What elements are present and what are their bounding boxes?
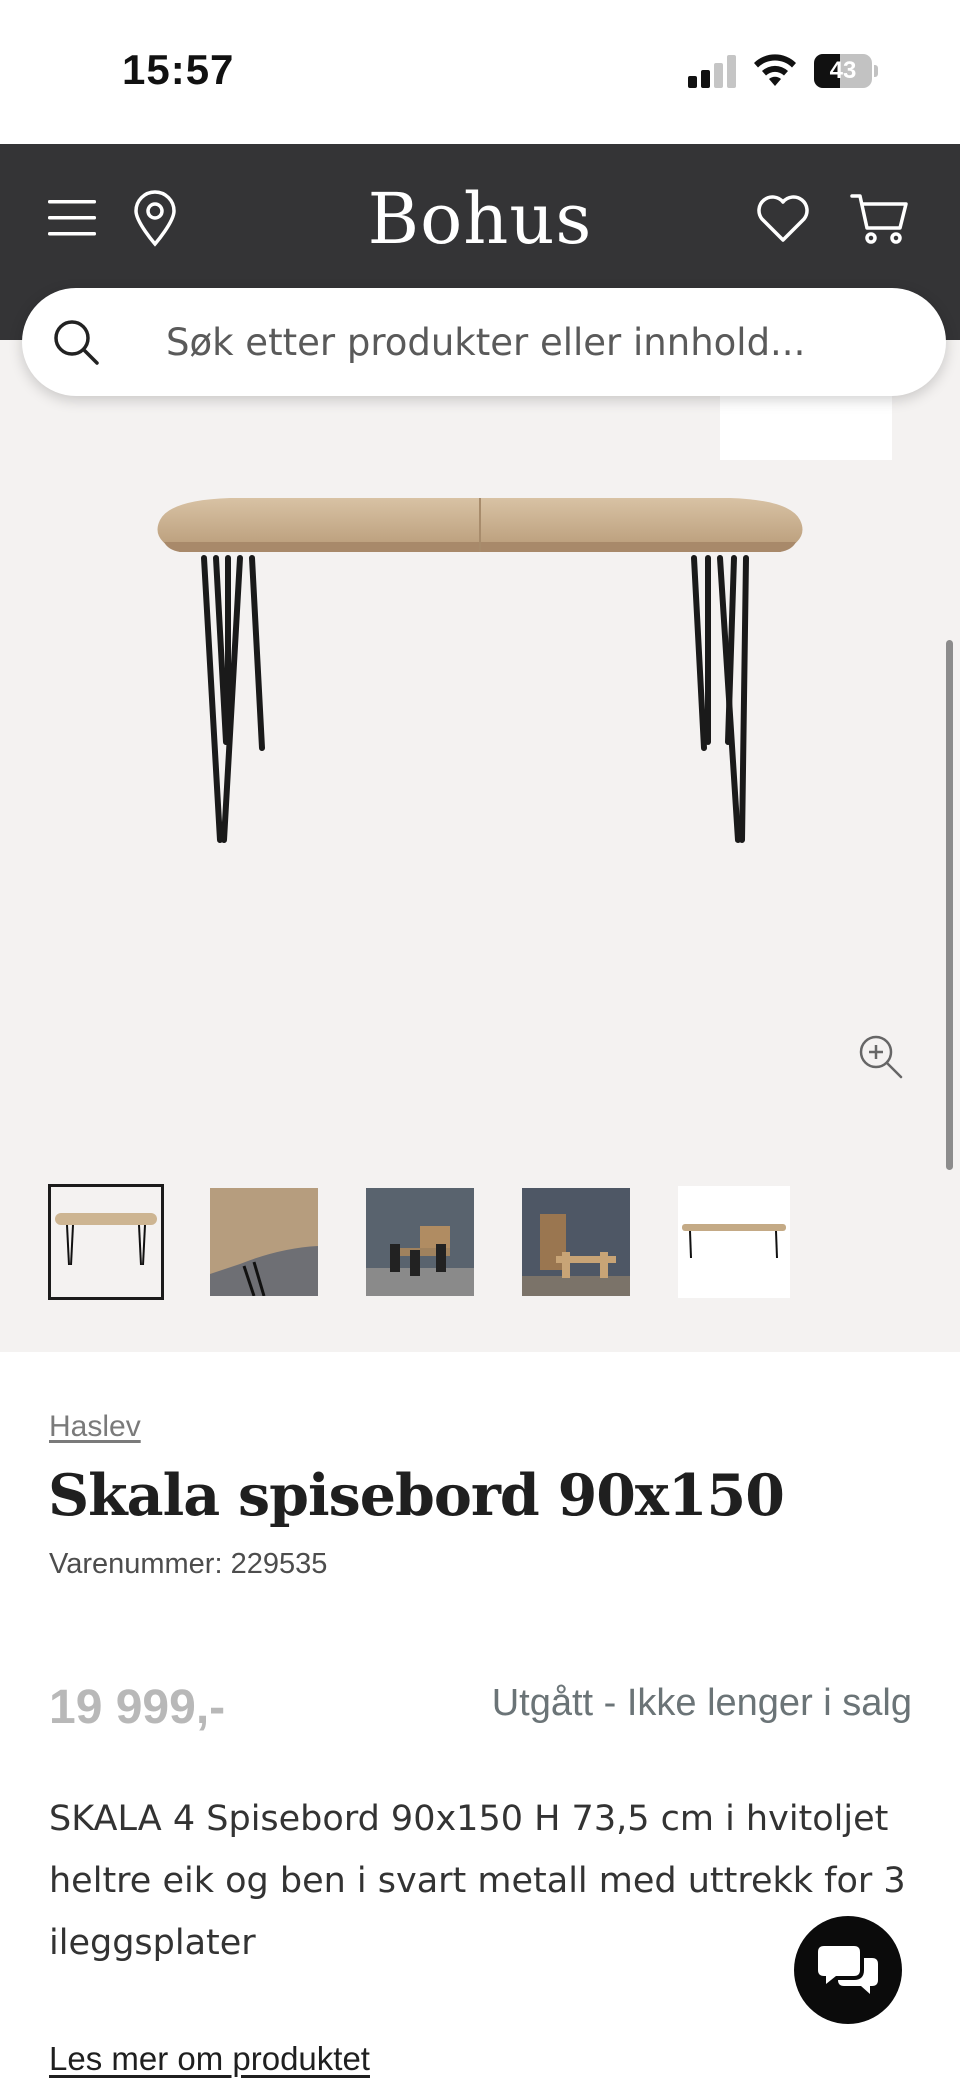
battery-level: 43 bbox=[829, 57, 857, 84]
location-pin-icon[interactable] bbox=[132, 190, 178, 248]
cellular-signal-icon bbox=[688, 54, 738, 88]
zoom-in-icon[interactable] bbox=[858, 1034, 904, 1080]
availability-status: Utgått - Ikke lenger i salg bbox=[491, 1682, 912, 1724]
cart-icon[interactable] bbox=[850, 192, 910, 246]
scrollbar[interactable] bbox=[946, 640, 953, 1170]
heart-icon[interactable] bbox=[756, 194, 810, 244]
product-gallery bbox=[0, 340, 960, 1352]
chat-button[interactable] bbox=[794, 1916, 902, 2024]
menu-icon[interactable] bbox=[46, 196, 98, 240]
thumbnail-5[interactable] bbox=[678, 1186, 790, 1298]
product-description: SKALA 4 Spisebord 90x150 H 73,5 cm i hvi… bbox=[49, 1799, 906, 1963]
product-price: 19 999,- bbox=[49, 1681, 226, 1734]
thumbnail-4[interactable] bbox=[522, 1188, 630, 1296]
chat-icon bbox=[818, 1946, 878, 1994]
search-input[interactable] bbox=[166, 308, 906, 376]
product-sku: Varenummer: 229535 bbox=[49, 1548, 328, 1580]
product-image[interactable] bbox=[120, 480, 840, 900]
bohus-logo[interactable]: Bohus bbox=[330, 178, 630, 260]
search-icon bbox=[54, 320, 99, 365]
battery-icon: 43 bbox=[814, 54, 878, 88]
wifi-icon bbox=[754, 54, 796, 86]
status-bar: 15:57 43 bbox=[0, 0, 960, 144]
search-bar[interactable] bbox=[22, 288, 946, 396]
read-more-link[interactable]: Les mer om produktet bbox=[49, 2040, 370, 2078]
thumbnail-2[interactable] bbox=[210, 1188, 318, 1296]
product-title: Skala spisebord 90x150 bbox=[48, 1462, 785, 1529]
thumbnail-1[interactable] bbox=[48, 1184, 164, 1300]
status-time: 15:57 bbox=[122, 46, 235, 93]
brand-link[interactable]: Haslev bbox=[49, 1410, 141, 1444]
thumbnail-3[interactable] bbox=[366, 1188, 474, 1296]
